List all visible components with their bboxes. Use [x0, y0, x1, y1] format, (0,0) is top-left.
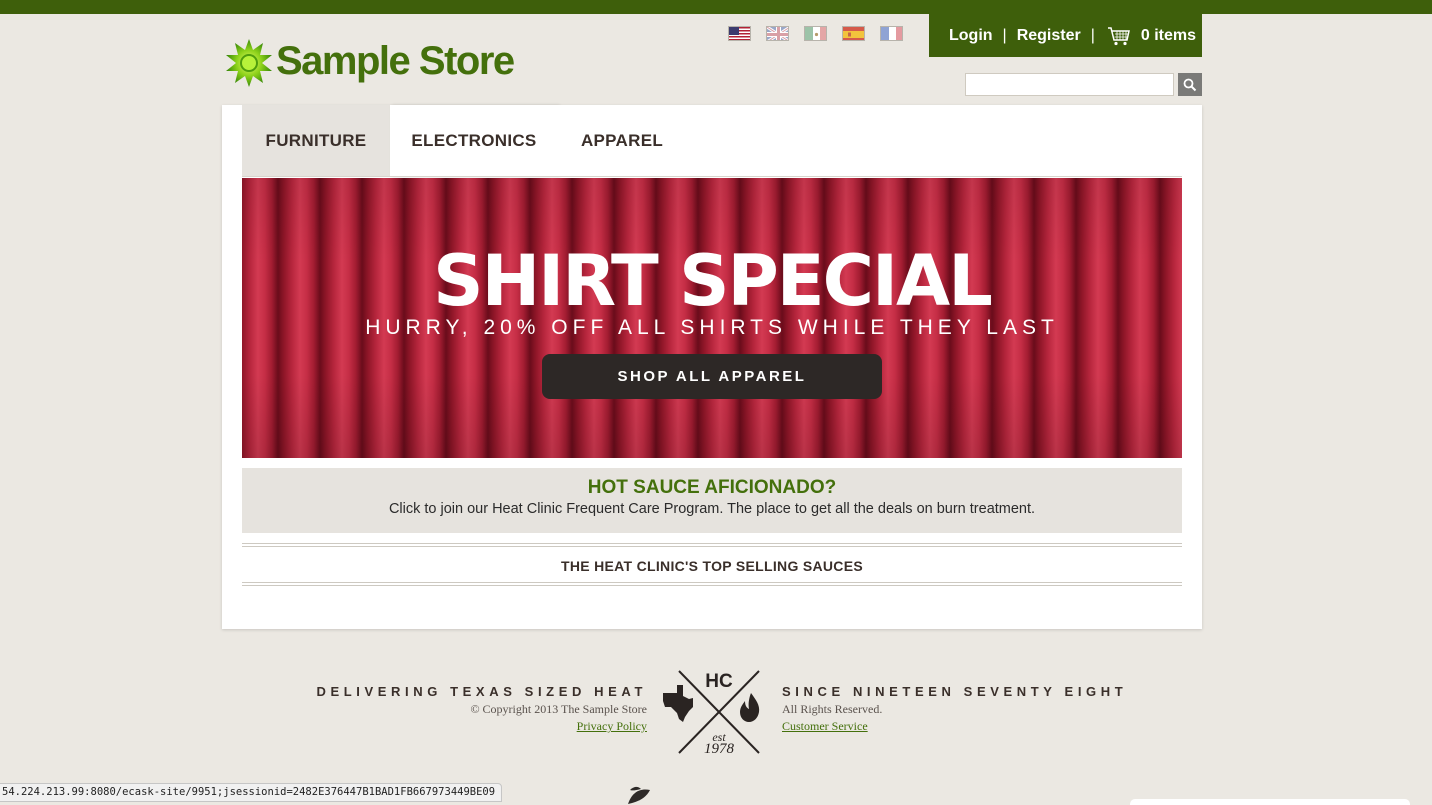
main-panel: FURNITURE ELECTRONICS APPAREL SHIRT SPEC… [222, 105, 1202, 629]
customer-service-link[interactable]: Customer Service [782, 719, 868, 734]
separator: | [1002, 26, 1007, 44]
shop-all-apparel-button[interactable]: SHOP ALL APPAREL [542, 354, 882, 399]
language-selector [728, 26, 903, 41]
shopping-cart-icon [1107, 26, 1130, 45]
login-link[interactable]: Login [949, 27, 993, 45]
leaf-icon [628, 786, 650, 804]
footer-right: SINCE NINETEEN SEVENTY EIGHT All Rights … [782, 684, 1142, 735]
banner-title: SHIRT SPECIAL [433, 240, 993, 322]
footer-tagline-right: SINCE NINETEEN SEVENTY EIGHT [782, 684, 1128, 699]
cart-button[interactable]: 0 items [1107, 26, 1196, 46]
divider [242, 582, 1182, 586]
logo-year: 1978 [704, 741, 735, 755]
footer-left: DELIVERING TEXAS SIZED HEAT © Copyright … [280, 684, 647, 735]
flag-uk-icon[interactable] [766, 26, 789, 41]
tab-apparel[interactable]: APPAREL [558, 105, 686, 177]
promo-box[interactable]: HOT SAUCE AFICIONADO? Click to join our … [242, 468, 1182, 533]
section-title: THE HEAT CLINIC'S TOP SELLING SAUCES [561, 557, 863, 574]
promo-title: HOT SAUCE AFICIONADO? [587, 477, 837, 498]
flame-icon [740, 693, 760, 722]
account-bar: Login | Register | 0 items [929, 14, 1202, 57]
top-bar [0, 0, 1432, 14]
flag-es-icon[interactable] [842, 26, 865, 41]
logo-starburst-icon [226, 39, 272, 87]
logo-text: Sample Store [276, 38, 515, 83]
search-icon [1183, 78, 1197, 91]
promo-text: Click to join our Heat Clinic Frequent C… [388, 501, 1036, 517]
separator: | [1090, 26, 1095, 44]
nav-divider [242, 176, 1182, 177]
copyright-text: © Copyright 2013 The Sample Store [470, 702, 647, 716]
divider [242, 543, 1182, 547]
heat-clinic-logo: HC est 1978 [663, 670, 760, 755]
footer-tagline-left: DELIVERING TEXAS SIZED HEAT [316, 684, 647, 699]
cart-count: 0 items [1140, 26, 1197, 44]
logo-letters: HC [705, 671, 733, 692]
bottom-strip [1130, 799, 1410, 805]
tab-electronics[interactable]: ELECTRONICS [390, 105, 558, 177]
rights-text: All Rights Reserved. [782, 702, 883, 716]
flag-mx-icon[interactable] [804, 26, 827, 41]
search-button[interactable] [1178, 73, 1202, 96]
flag-fr-icon[interactable] [880, 26, 903, 41]
category-nav: FURNITURE ELECTRONICS APPAREL [242, 105, 686, 177]
status-bar-url: 54.224.213.99:8080/ecask-site/9951;jsess… [0, 783, 503, 802]
flag-us-icon[interactable] [728, 26, 751, 41]
tab-furniture[interactable]: FURNITURE [242, 105, 390, 177]
banner-subtitle: HURRY, 20% OFF ALL SHIRTS WHILE THEY LAS… [365, 316, 1059, 339]
register-link[interactable]: Register [1017, 27, 1081, 45]
texas-icon [663, 685, 693, 722]
hero-banner[interactable]: SHIRT SPECIAL HURRY, 20% OFF ALL SHIRTS … [242, 178, 1182, 458]
search-input[interactable] [965, 73, 1174, 96]
privacy-policy-link[interactable]: Privacy Policy [577, 719, 647, 734]
store-logo[interactable]: Sample Store [224, 36, 515, 90]
